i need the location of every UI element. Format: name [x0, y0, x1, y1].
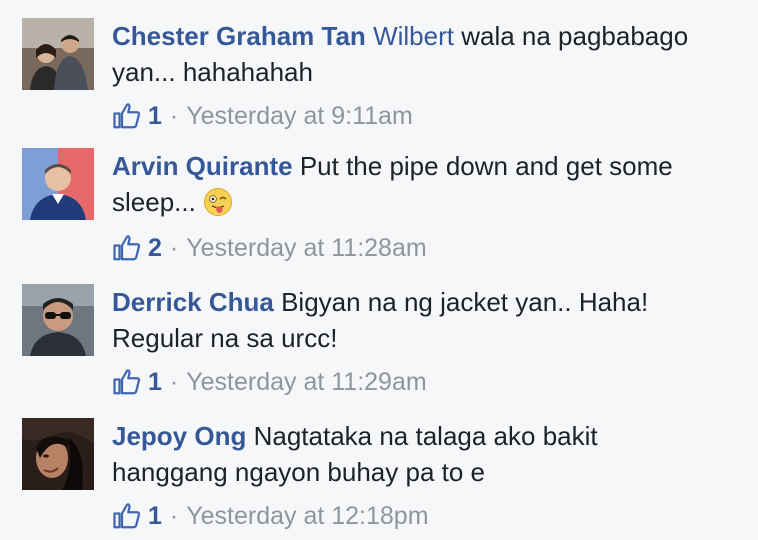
comment-body: Chester Graham Tan Wilbert wala na pagba… — [112, 18, 742, 90]
thumbs-up-icon[interactable] — [112, 233, 142, 263]
comment-timestamp[interactable]: Yesterday at 11:29am — [186, 364, 426, 400]
like-count[interactable]: 1 — [148, 498, 162, 534]
thumbs-up-icon[interactable] — [112, 367, 142, 397]
comment-body: Arvin Quirante Put the pipe down and get… — [112, 148, 742, 220]
dark-portrait-avatar-icon — [22, 418, 94, 490]
comment-list: Chester Graham Tan Wilbert wala na pagba… — [0, 0, 758, 540]
comment-author[interactable]: Derrick Chua — [112, 287, 274, 317]
man-sunglasses-avatar-icon — [22, 284, 94, 356]
avatar[interactable] — [22, 418, 94, 490]
meta-separator: · — [169, 102, 179, 130]
comment-body: Derrick Chua Bigyan na ng jacket yan.. H… — [112, 284, 672, 356]
comment-meta: 1 · Yesterday at 9:11am — [112, 98, 413, 134]
like-count[interactable]: 2 — [148, 230, 162, 266]
thumbs-up-icon[interactable] — [112, 101, 142, 131]
comment-body: Jepoy Ong Nagtataka na talaga ako bakit … — [112, 418, 632, 490]
avatar[interactable] — [22, 148, 94, 220]
avatar[interactable] — [22, 284, 94, 356]
comment-author[interactable]: Chester Graham Tan — [112, 21, 366, 51]
comment-timestamp[interactable]: Yesterday at 9:11am — [186, 98, 413, 134]
like-count[interactable]: 1 — [148, 98, 162, 134]
meta-separator: · — [169, 234, 179, 262]
comment-author[interactable]: Jepoy Ong — [112, 421, 246, 451]
avatar[interactable] — [22, 18, 94, 90]
comment-author[interactable]: Arvin Quirante — [112, 151, 293, 181]
comment-timestamp[interactable]: Yesterday at 12:18pm — [186, 498, 428, 534]
comment-meta: 1 · Yesterday at 11:29am — [112, 364, 427, 400]
couple-photo-avatar-icon — [22, 18, 94, 90]
thumbs-up-icon[interactable] — [112, 501, 142, 531]
like-count[interactable]: 1 — [148, 364, 162, 400]
comment-meta: 1 · Yesterday at 12:18pm — [112, 498, 429, 534]
comment-mention[interactable]: Wilbert — [373, 21, 454, 51]
tongue-out-emoji-icon — [203, 187, 233, 217]
comment-meta: 2 · Yesterday at 11:28am — [112, 230, 427, 266]
meta-separator: · — [169, 368, 179, 396]
comment-timestamp[interactable]: Yesterday at 11:28am — [186, 230, 426, 266]
man-flag-background-avatar-icon — [22, 148, 94, 220]
meta-separator: · — [169, 502, 179, 530]
